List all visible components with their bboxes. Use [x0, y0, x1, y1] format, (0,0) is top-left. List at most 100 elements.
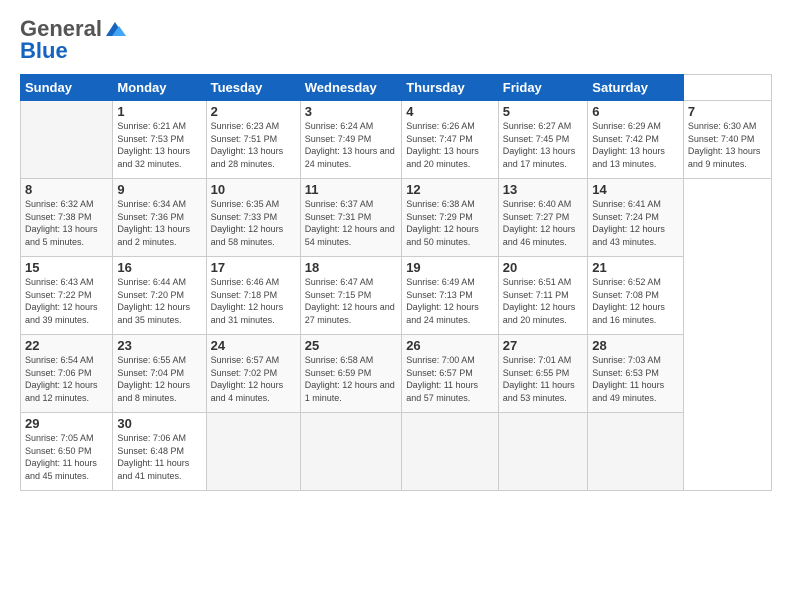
day-info: Sunrise: 6:58 AMSunset: 6:59 PMDaylight:… [305, 354, 397, 404]
calendar-cell: 29Sunrise: 7:05 AMSunset: 6:50 PMDayligh… [21, 413, 113, 491]
logo-blue-text: Blue [20, 38, 68, 64]
day-info: Sunrise: 6:43 AMSunset: 7:22 PMDaylight:… [25, 276, 108, 326]
day-number: 22 [25, 338, 108, 353]
day-number: 5 [503, 104, 584, 119]
calendar-cell: 25Sunrise: 6:58 AMSunset: 6:59 PMDayligh… [300, 335, 401, 413]
weekday-header-friday: Friday [498, 75, 588, 101]
day-info: Sunrise: 7:01 AMSunset: 6:55 PMDaylight:… [503, 354, 584, 404]
calendar-cell: 21Sunrise: 6:52 AMSunset: 7:08 PMDayligh… [588, 257, 684, 335]
calendar-cell: 9Sunrise: 6:34 AMSunset: 7:36 PMDaylight… [113, 179, 206, 257]
logo: General Blue [20, 16, 126, 64]
calendar-cell: 23Sunrise: 6:55 AMSunset: 7:04 PMDayligh… [113, 335, 206, 413]
day-number: 27 [503, 338, 584, 353]
day-number: 17 [211, 260, 296, 275]
day-info: Sunrise: 7:00 AMSunset: 6:57 PMDaylight:… [406, 354, 494, 404]
day-info: Sunrise: 7:03 AMSunset: 6:53 PMDaylight:… [592, 354, 679, 404]
day-info: Sunrise: 7:05 AMSunset: 6:50 PMDaylight:… [25, 432, 108, 482]
day-info: Sunrise: 6:44 AMSunset: 7:20 PMDaylight:… [117, 276, 201, 326]
weekday-header-saturday: Saturday [588, 75, 684, 101]
day-info: Sunrise: 6:40 AMSunset: 7:27 PMDaylight:… [503, 198, 584, 248]
day-info: Sunrise: 6:51 AMSunset: 7:11 PMDaylight:… [503, 276, 584, 326]
calendar-week-row: 22Sunrise: 6:54 AMSunset: 7:06 PMDayligh… [21, 335, 772, 413]
day-info: Sunrise: 6:47 AMSunset: 7:15 PMDaylight:… [305, 276, 397, 326]
weekday-header-sunday: Sunday [21, 75, 113, 101]
calendar-cell: 18Sunrise: 6:47 AMSunset: 7:15 PMDayligh… [300, 257, 401, 335]
calendar-cell: 7Sunrise: 6:30 AMSunset: 7:40 PMDaylight… [683, 101, 771, 179]
calendar-week-row: 15Sunrise: 6:43 AMSunset: 7:22 PMDayligh… [21, 257, 772, 335]
calendar-cell [206, 413, 300, 491]
day-number: 18 [305, 260, 397, 275]
day-number: 8 [25, 182, 108, 197]
day-number: 13 [503, 182, 584, 197]
calendar-cell: 12Sunrise: 6:38 AMSunset: 7:29 PMDayligh… [402, 179, 499, 257]
calendar-cell: 2Sunrise: 6:23 AMSunset: 7:51 PMDaylight… [206, 101, 300, 179]
day-number: 1 [117, 104, 201, 119]
page: General Blue SundayMondayTuesdayWednesda… [0, 0, 792, 612]
calendar-cell: 6Sunrise: 6:29 AMSunset: 7:42 PMDaylight… [588, 101, 684, 179]
weekday-header-wednesday: Wednesday [300, 75, 401, 101]
day-info: Sunrise: 6:57 AMSunset: 7:02 PMDaylight:… [211, 354, 296, 404]
day-info: Sunrise: 6:29 AMSunset: 7:42 PMDaylight:… [592, 120, 679, 170]
day-number: 21 [592, 260, 679, 275]
day-info: Sunrise: 6:46 AMSunset: 7:18 PMDaylight:… [211, 276, 296, 326]
day-number: 7 [688, 104, 767, 119]
logo-icon [104, 20, 126, 38]
calendar-cell: 4Sunrise: 6:26 AMSunset: 7:47 PMDaylight… [402, 101, 499, 179]
day-info: Sunrise: 6:49 AMSunset: 7:13 PMDaylight:… [406, 276, 494, 326]
day-info: Sunrise: 6:37 AMSunset: 7:31 PMDaylight:… [305, 198, 397, 248]
day-info: Sunrise: 6:55 AMSunset: 7:04 PMDaylight:… [117, 354, 201, 404]
day-number: 26 [406, 338, 494, 353]
day-number: 25 [305, 338, 397, 353]
day-number: 24 [211, 338, 296, 353]
day-info: Sunrise: 6:21 AMSunset: 7:53 PMDaylight:… [117, 120, 201, 170]
calendar-week-row: 29Sunrise: 7:05 AMSunset: 6:50 PMDayligh… [21, 413, 772, 491]
calendar-header-row: SundayMondayTuesdayWednesdayThursdayFrid… [21, 75, 772, 101]
calendar-cell: 1Sunrise: 6:21 AMSunset: 7:53 PMDaylight… [113, 101, 206, 179]
calendar-cell: 19Sunrise: 6:49 AMSunset: 7:13 PMDayligh… [402, 257, 499, 335]
day-info: Sunrise: 6:52 AMSunset: 7:08 PMDaylight:… [592, 276, 679, 326]
calendar-cell: 5Sunrise: 6:27 AMSunset: 7:45 PMDaylight… [498, 101, 588, 179]
weekday-header-thursday: Thursday [402, 75, 499, 101]
day-info: Sunrise: 6:27 AMSunset: 7:45 PMDaylight:… [503, 120, 584, 170]
day-info: Sunrise: 7:06 AMSunset: 6:48 PMDaylight:… [117, 432, 201, 482]
calendar-week-row: 8Sunrise: 6:32 AMSunset: 7:38 PMDaylight… [21, 179, 772, 257]
day-info: Sunrise: 6:32 AMSunset: 7:38 PMDaylight:… [25, 198, 108, 248]
day-info: Sunrise: 6:24 AMSunset: 7:49 PMDaylight:… [305, 120, 397, 170]
calendar-cell [588, 413, 684, 491]
calendar-cell: 3Sunrise: 6:24 AMSunset: 7:49 PMDaylight… [300, 101, 401, 179]
day-info: Sunrise: 6:38 AMSunset: 7:29 PMDaylight:… [406, 198, 494, 248]
calendar-cell: 11Sunrise: 6:37 AMSunset: 7:31 PMDayligh… [300, 179, 401, 257]
day-info: Sunrise: 6:41 AMSunset: 7:24 PMDaylight:… [592, 198, 679, 248]
day-number: 14 [592, 182, 679, 197]
day-number: 12 [406, 182, 494, 197]
calendar-cell: 8Sunrise: 6:32 AMSunset: 7:38 PMDaylight… [21, 179, 113, 257]
calendar-cell: 13Sunrise: 6:40 AMSunset: 7:27 PMDayligh… [498, 179, 588, 257]
calendar-cell: 10Sunrise: 6:35 AMSunset: 7:33 PMDayligh… [206, 179, 300, 257]
calendar-cell: 15Sunrise: 6:43 AMSunset: 7:22 PMDayligh… [21, 257, 113, 335]
calendar-cell: 27Sunrise: 7:01 AMSunset: 6:55 PMDayligh… [498, 335, 588, 413]
calendar-cell: 26Sunrise: 7:00 AMSunset: 6:57 PMDayligh… [402, 335, 499, 413]
day-number: 11 [305, 182, 397, 197]
day-number: 28 [592, 338, 679, 353]
day-info: Sunrise: 6:30 AMSunset: 7:40 PMDaylight:… [688, 120, 767, 170]
calendar-cell: 16Sunrise: 6:44 AMSunset: 7:20 PMDayligh… [113, 257, 206, 335]
calendar-table: SundayMondayTuesdayWednesdayThursdayFrid… [20, 74, 772, 491]
calendar-cell: 30Sunrise: 7:06 AMSunset: 6:48 PMDayligh… [113, 413, 206, 491]
calendar-cell [21, 101, 113, 179]
day-number: 23 [117, 338, 201, 353]
day-number: 15 [25, 260, 108, 275]
calendar-cell: 22Sunrise: 6:54 AMSunset: 7:06 PMDayligh… [21, 335, 113, 413]
calendar-cell [402, 413, 499, 491]
day-number: 3 [305, 104, 397, 119]
calendar-cell: 24Sunrise: 6:57 AMSunset: 7:02 PMDayligh… [206, 335, 300, 413]
day-number: 16 [117, 260, 201, 275]
weekday-header-monday: Monday [113, 75, 206, 101]
calendar-week-row: 1Sunrise: 6:21 AMSunset: 7:53 PMDaylight… [21, 101, 772, 179]
day-number: 19 [406, 260, 494, 275]
day-info: Sunrise: 6:54 AMSunset: 7:06 PMDaylight:… [25, 354, 108, 404]
day-number: 4 [406, 104, 494, 119]
calendar-cell [300, 413, 401, 491]
day-number: 30 [117, 416, 201, 431]
day-number: 2 [211, 104, 296, 119]
day-number: 9 [117, 182, 201, 197]
